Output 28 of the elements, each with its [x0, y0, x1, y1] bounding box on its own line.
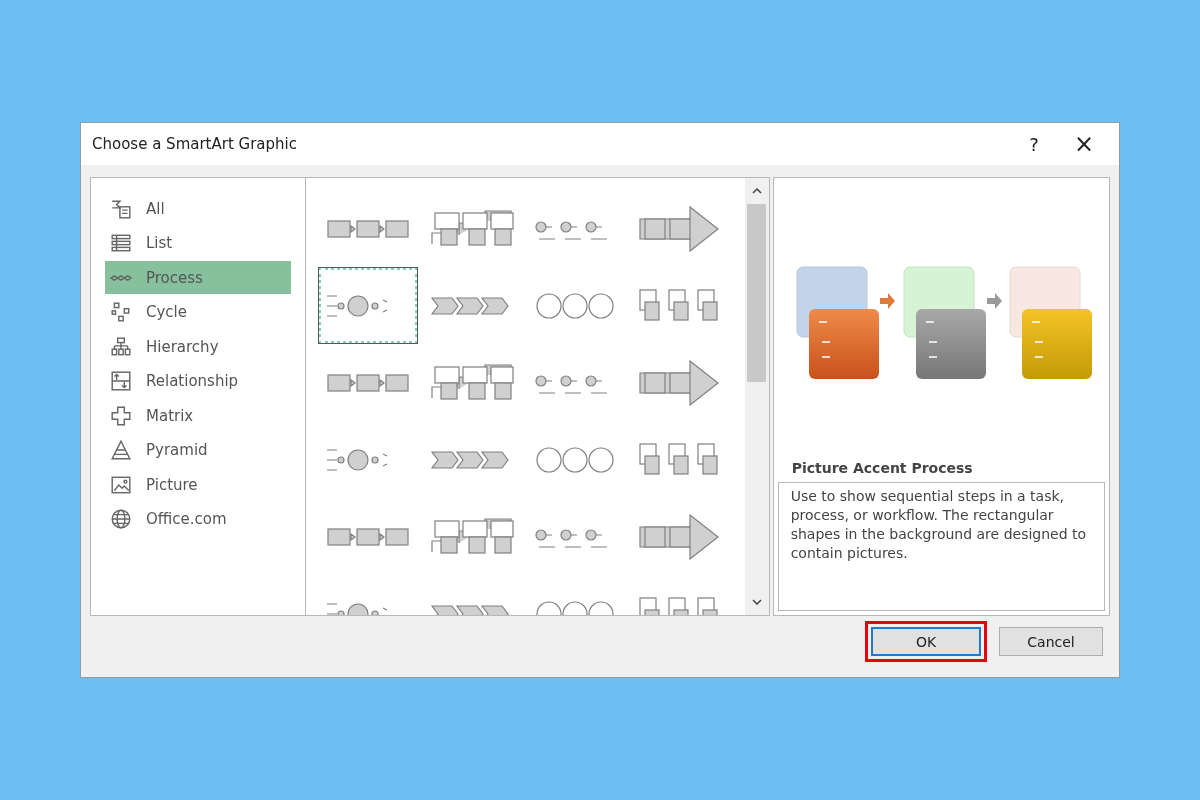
- category-item[interactable]: Relationship: [105, 364, 291, 398]
- category-item[interactable]: Picture: [105, 468, 291, 501]
- relationship-icon: [110, 370, 132, 392]
- category-item[interactable]: Pyramid: [105, 433, 291, 467]
- close-button[interactable]: ×: [1059, 126, 1109, 162]
- pyramid-icon: [110, 439, 132, 461]
- scrollbar[interactable]: [744, 178, 769, 615]
- matrix-icon: [110, 404, 132, 427]
- cancel-button[interactable]: Cancel: [999, 627, 1103, 656]
- cycle-icon: [110, 301, 132, 323]
- category-item[interactable]: Matrix: [105, 399, 291, 432]
- category-item[interactable]: Cycle: [105, 295, 291, 329]
- layout-thumbnail[interactable]: [317, 267, 418, 344]
- process-icon: [110, 274, 132, 281]
- scroll-thumb[interactable]: [747, 204, 767, 382]
- help-button[interactable]: ?: [1009, 126, 1059, 162]
- dialog-title: Choose a SmartArt Graphic: [92, 135, 298, 153]
- list-icon: [110, 232, 132, 254]
- category-item[interactable]: Process: [105, 261, 291, 294]
- hierarchy-icon: [110, 335, 132, 358]
- layout-name: Picture Accent Process: [791, 460, 974, 476]
- category-item[interactable]: List: [105, 226, 291, 260]
- layout-description: Use to show sequential steps in a task, process, or workflow. The rectangular shapes in the background are designed to contain pictures.: [777, 482, 1105, 611]
- globe-icon: [110, 508, 132, 530]
- ok-button[interactable]: OK: [871, 627, 981, 656]
- category-item[interactable]: All: [105, 192, 291, 225]
- category-item[interactable]: Hierarchy: [105, 330, 291, 363]
- category-item[interactable]: Office.com: [105, 502, 291, 536]
